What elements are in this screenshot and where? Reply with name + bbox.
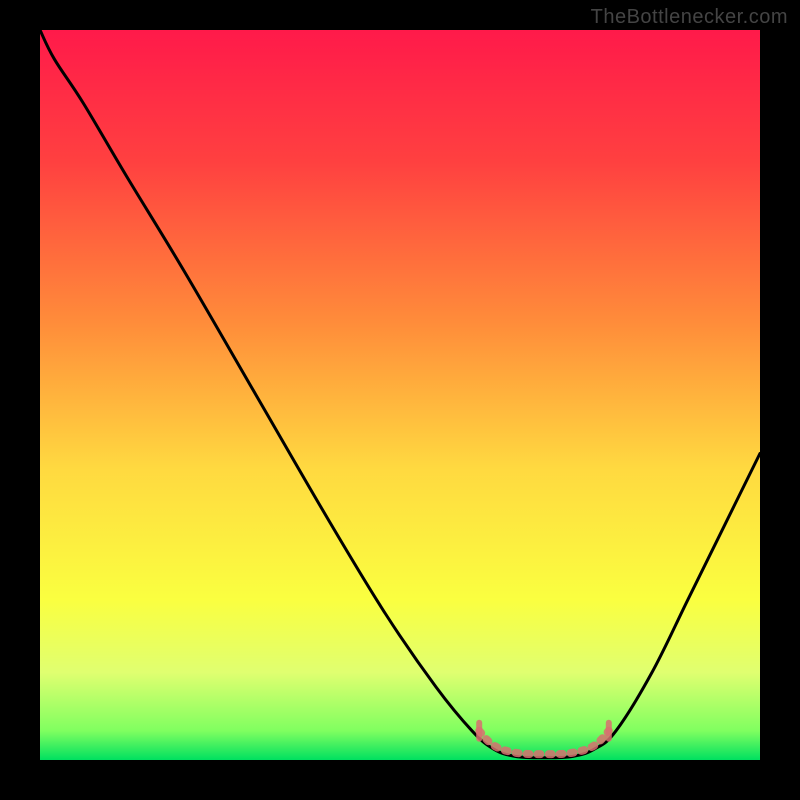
plot-area [40, 30, 760, 760]
chart-svg [40, 30, 760, 760]
chart-container: TheBottlenecker.com [0, 0, 800, 800]
gradient-background [40, 30, 760, 760]
watermark-text: TheBottlenecker.com [591, 6, 788, 29]
